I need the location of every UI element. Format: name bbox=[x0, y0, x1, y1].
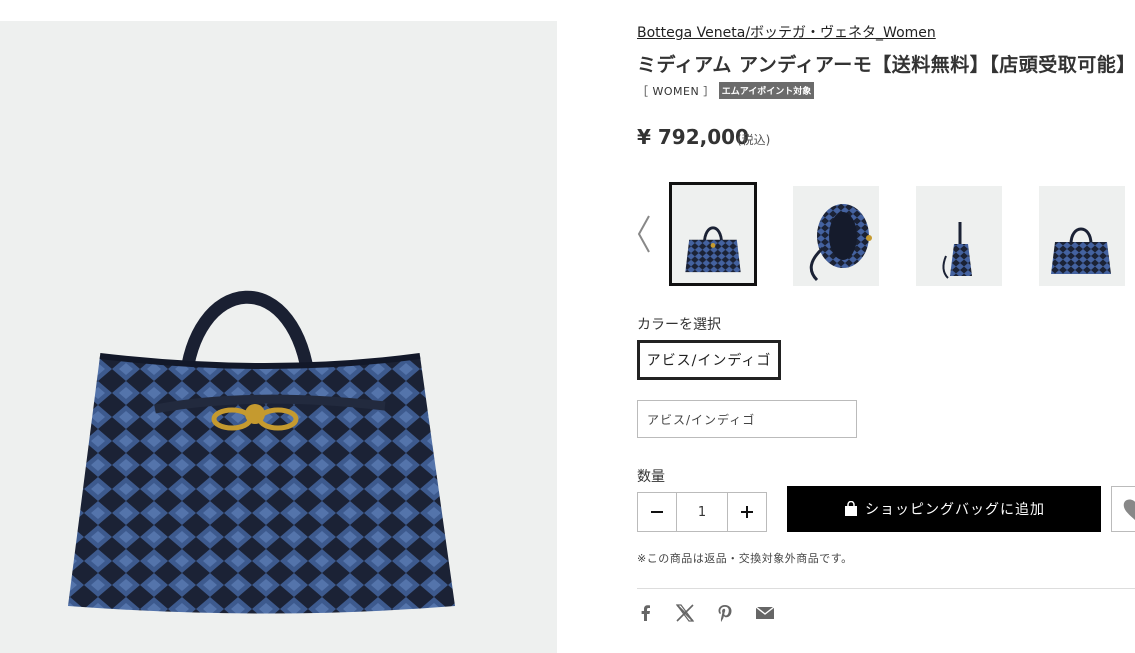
tax-note: (税込) bbox=[737, 133, 771, 147]
brand-link[interactable]: Bottega Veneta/ボッテガ・ヴェネタ_Women bbox=[637, 22, 936, 42]
thumbnail-front[interactable] bbox=[669, 182, 757, 286]
chevron-left-icon bbox=[637, 215, 650, 253]
favorite-button[interactable] bbox=[1111, 486, 1135, 532]
mail-icon bbox=[755, 606, 775, 619]
thumb-bag-front bbox=[685, 226, 741, 273]
product-tags: ［ WOMEN ］ エムアイポイント対象 bbox=[637, 82, 815, 99]
product-title: ミディアム アンディアーモ【送料無料】【店頭受取可能】 bbox=[637, 54, 1135, 76]
thumbnail-front-small[interactable] bbox=[1039, 186, 1125, 286]
color-select[interactable]: アビス/インディゴ bbox=[637, 400, 857, 438]
heart-icon bbox=[1123, 499, 1135, 521]
color-label: カラーを選択 bbox=[637, 317, 721, 333]
quantity-decrease-button[interactable] bbox=[638, 493, 676, 531]
thumbnail-side[interactable] bbox=[916, 186, 1002, 286]
thumb-bag-front-small bbox=[1051, 227, 1111, 274]
thumbnail-interior[interactable] bbox=[793, 186, 879, 286]
pinterest-icon bbox=[718, 605, 732, 622]
category-tag: ［ WOMEN ］ bbox=[637, 84, 715, 98]
add-to-bag-label: ショッピングバッグに追加 bbox=[865, 502, 1045, 518]
shopping-bag-icon bbox=[845, 501, 857, 516]
x-icon bbox=[675, 604, 695, 622]
quantity-increase-button[interactable] bbox=[728, 493, 766, 531]
share-facebook-button[interactable] bbox=[635, 602, 657, 624]
points-badge: エムアイポイント対象 bbox=[718, 82, 815, 99]
share-pinterest-button[interactable] bbox=[714, 602, 736, 624]
quantity-label: 数量 bbox=[637, 469, 665, 485]
minus-icon bbox=[651, 511, 664, 513]
add-to-bag-button[interactable]: ショッピングバッグに追加 bbox=[787, 486, 1101, 532]
quantity-stepper: 1 bbox=[637, 492, 767, 532]
divider bbox=[637, 588, 1135, 589]
product-main-image[interactable] bbox=[0, 21, 557, 653]
color-option-abyss-indigo[interactable]: アビス/インディゴ bbox=[637, 340, 781, 380]
product-price: ¥ 792,000 bbox=[637, 125, 749, 149]
bag-illustration bbox=[68, 290, 455, 614]
thumb-bag-interior bbox=[809, 204, 872, 282]
non-returnable-notice: ※この商品は返品・交換対象外商品です。 bbox=[637, 552, 853, 565]
thumb-bag-side bbox=[942, 222, 972, 279]
share-mail-button[interactable] bbox=[754, 602, 776, 624]
facebook-icon bbox=[641, 605, 650, 621]
plus-icon bbox=[740, 506, 753, 518]
share-x-button[interactable] bbox=[674, 602, 696, 624]
quantity-value[interactable]: 1 bbox=[676, 493, 728, 531]
carousel-prev-button[interactable] bbox=[636, 214, 652, 254]
